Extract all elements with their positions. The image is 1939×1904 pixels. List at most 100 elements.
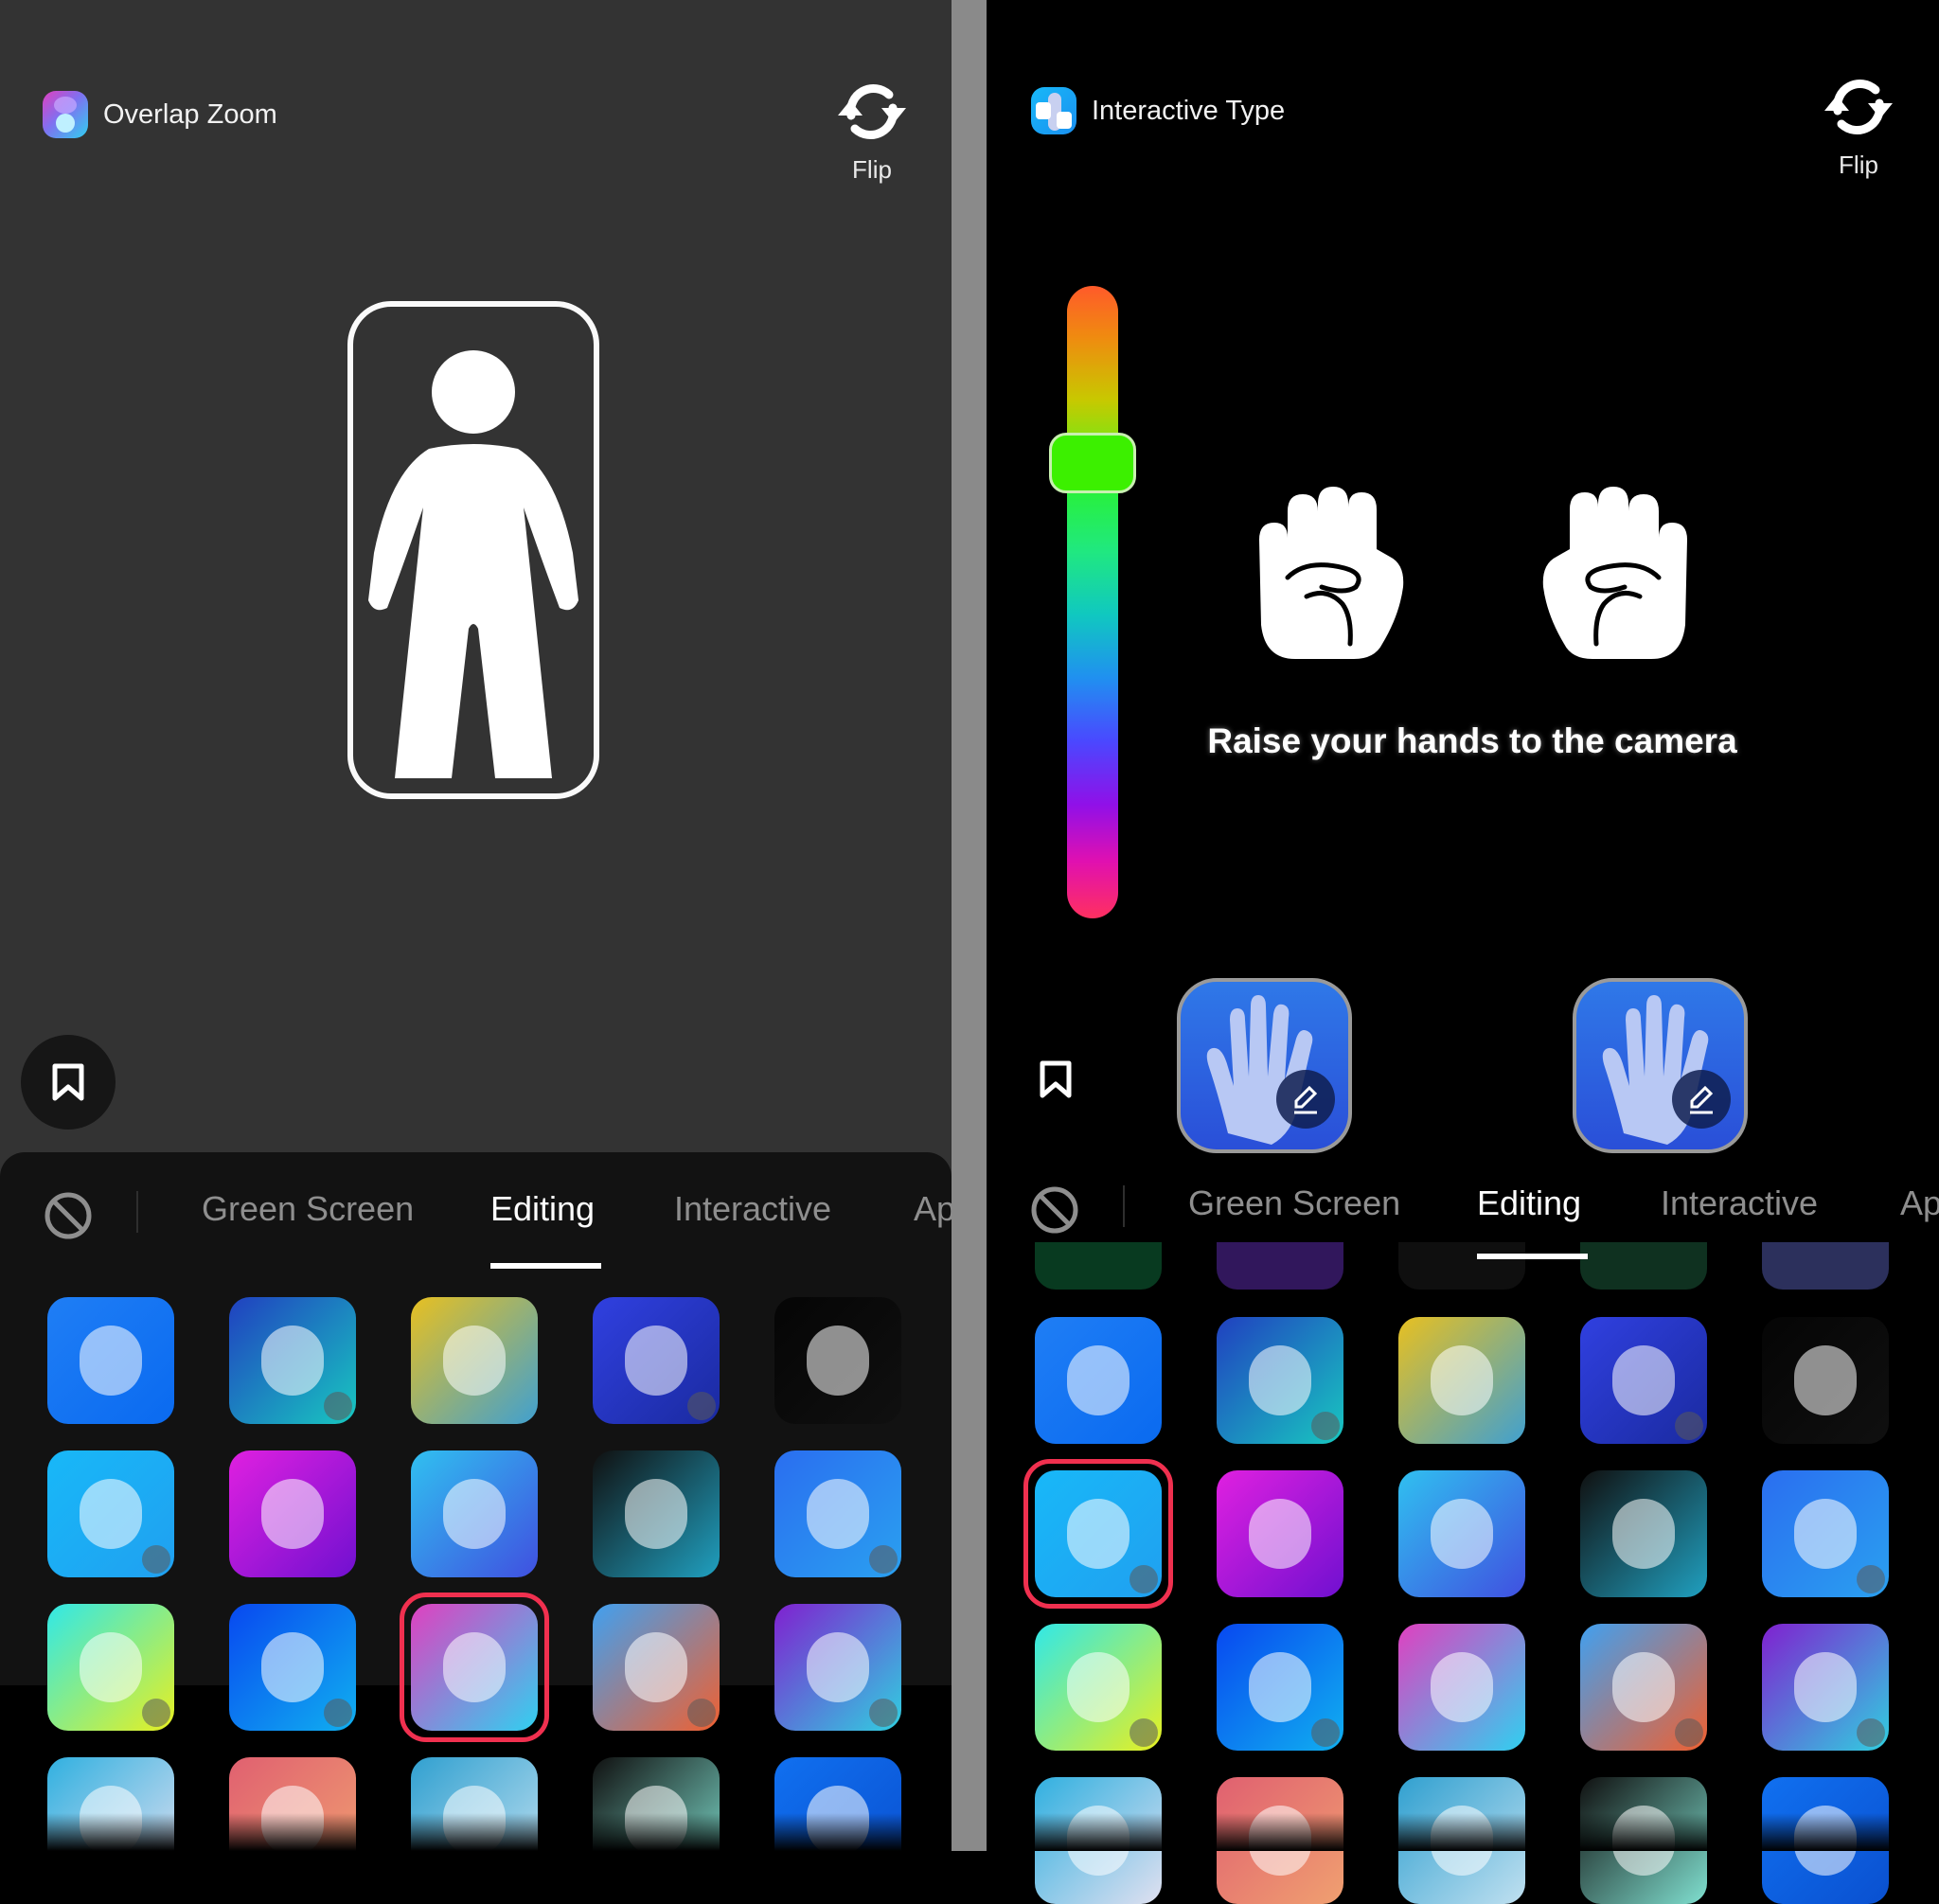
effect-tile-connect-dots-house[interactable]: [47, 1297, 174, 1424]
download-icon: [1675, 1718, 1703, 1747]
effect-tile-face-swap-crack[interactable]: [229, 1450, 356, 1577]
left-hand-text-button[interactable]: [1177, 978, 1352, 1153]
flip-label: Flip: [1839, 151, 1878, 179]
color-slider-handle[interactable]: [1049, 433, 1136, 494]
active-tab-underline: [490, 1263, 601, 1269]
selected-effect-ring: [1023, 1459, 1173, 1609]
tab-green-screen[interactable]: Green Screen: [202, 1189, 414, 1229]
download-icon: [1130, 1718, 1158, 1747]
camera-hint-text: Raise your hands to the camera: [1207, 721, 1737, 760]
tab-interactive[interactable]: Interactive: [674, 1189, 831, 1229]
interactive-type-icon: [1031, 87, 1076, 134]
effect-name: Interactive Type: [1092, 95, 1286, 126]
download-icon: [687, 1699, 716, 1727]
hand-icon: [1602, 995, 1709, 1145]
effect-tile-rotate-orb[interactable]: [1398, 1470, 1525, 1597]
effect-thumbnail-icon: [625, 1479, 687, 1549]
effect-tile-overlap-zoom[interactable]: [1398, 1624, 1525, 1751]
effect-name: Overlap Zoom: [103, 98, 277, 130]
color-slider-track[interactable]: [1067, 286, 1118, 918]
effect-title[interactable]: Overlap Zoom: [43, 91, 277, 138]
effect-thumbnail-icon: [807, 1326, 869, 1396]
effect-tile-split-wave-person[interactable]: [774, 1604, 901, 1731]
bookmark-icon: [1040, 1060, 1072, 1098]
effect-tile-scan-lines-face[interactable]: [593, 1297, 720, 1424]
effect-thumbnail-icon: [1431, 1652, 1493, 1722]
effect-thumbnail-icon: [1249, 1652, 1311, 1722]
effect-tile-blob-face-touch[interactable]: [229, 1297, 356, 1424]
effect-tile-rotate-orb[interactable]: [411, 1450, 538, 1577]
download-icon: [1857, 1718, 1885, 1747]
tab-partial[interactable]: Ap: [1900, 1183, 1939, 1223]
effect-tile-face-swap-crack[interactable]: [1217, 1470, 1343, 1597]
download-icon: [1311, 1718, 1340, 1747]
left-fist-icon: [1259, 487, 1404, 659]
effect-thumbnail-icon: [1249, 1499, 1311, 1569]
effect-thumbnail-icon: [1431, 1345, 1493, 1415]
flip-button[interactable]: Flip: [829, 78, 915, 185]
effect-category-tabs: Green Screen Editing Interactive Ap: [987, 1166, 1939, 1259]
tab-interactive[interactable]: Interactive: [1661, 1183, 1818, 1223]
tab-editing[interactable]: Editing: [1477, 1183, 1581, 1223]
flip-label: Flip: [852, 155, 892, 184]
tab-editing[interactable]: Editing: [490, 1189, 595, 1229]
download-icon: [869, 1699, 898, 1727]
effect-title[interactable]: Interactive Type: [1031, 87, 1285, 134]
effect-tile-zoom-face-scan[interactable]: [774, 1450, 901, 1577]
grid-bottom-fade: [987, 1813, 1939, 1851]
hand-icon: [1206, 995, 1313, 1145]
flip-camera-icon: [1824, 80, 1893, 134]
effect-tile-question-tiles-swipe[interactable]: [1217, 1624, 1343, 1751]
effect-tile-photo-collage-clones[interactable]: [1398, 1317, 1525, 1444]
effect-thumbnail-icon: [807, 1632, 869, 1702]
effect-tile-question-tiles-swipe[interactable]: [229, 1604, 356, 1731]
download-icon: [687, 1392, 716, 1420]
effect-tile-scan-lines-face[interactable]: [1580, 1317, 1707, 1444]
download-icon: [324, 1392, 352, 1420]
flip-camera-icon: [838, 84, 906, 139]
download-icon: [1675, 1412, 1703, 1440]
tab-separator: [1123, 1185, 1125, 1227]
effect-tile-peel-paper-touch[interactable]: [593, 1604, 720, 1731]
tab-green-screen[interactable]: Green Screen: [1188, 1183, 1400, 1223]
bookmark-button[interactable]: [21, 1035, 116, 1130]
right-hand-text-button[interactable]: [1573, 978, 1748, 1153]
effect-tile-zoom-face-scan[interactable]: [1762, 1470, 1889, 1597]
effect-tile-interactive-type[interactable]: [47, 1450, 174, 1577]
effect-tile-blob-face-touch[interactable]: [1217, 1317, 1343, 1444]
effect-thumbnail-icon: [1794, 1499, 1857, 1569]
flip-button[interactable]: Flip: [1816, 73, 1901, 180]
effect-tile-lens-50mm[interactable]: [593, 1450, 720, 1577]
download-icon: [869, 1545, 898, 1574]
effect-thumbnail-icon: [1612, 1652, 1675, 1722]
effect-thumbnail-icon: [1067, 1652, 1130, 1722]
tab-partial[interactable]: Ap: [914, 1189, 952, 1229]
effect-tile-photo-collage-clones[interactable]: [411, 1297, 538, 1424]
effect-thumbnail-icon: [443, 1479, 506, 1549]
active-tab-underline: [1477, 1254, 1588, 1259]
effect-thumbnail-icon: [261, 1632, 324, 1702]
effect-tile-text-expand[interactable]: [1762, 1317, 1889, 1444]
effect-tile-timer-text-toggle[interactable]: [1035, 1624, 1162, 1751]
edit-pencil-icon: [1672, 1070, 1731, 1129]
no-effect-icon[interactable]: [1030, 1185, 1079, 1235]
no-effect-icon[interactable]: [44, 1191, 93, 1240]
effect-tile-timer-text-toggle[interactable]: [47, 1604, 174, 1731]
effect-tile-connect-dots-house[interactable]: [1035, 1317, 1162, 1444]
person-silhouette-frame-icon: [347, 301, 599, 799]
download-icon: [1857, 1565, 1885, 1593]
effect-tile-peel-paper-touch[interactable]: [1580, 1624, 1707, 1751]
effect-tile-lens-50mm[interactable]: [1580, 1470, 1707, 1597]
edit-pencil-icon: [1276, 1070, 1335, 1129]
effect-thumbnail-icon: [261, 1326, 324, 1396]
download-icon: [142, 1699, 170, 1727]
bookmark-button[interactable]: [1008, 1032, 1103, 1127]
effect-tile-split-wave-person[interactable]: [1762, 1624, 1889, 1751]
right-fist-icon: [1542, 487, 1687, 659]
effect-tile-text-expand[interactable]: [774, 1297, 901, 1424]
download-icon: [1311, 1412, 1340, 1440]
effect-thumbnail-icon: [1794, 1652, 1857, 1722]
download-icon: [142, 1545, 170, 1574]
overlap-zoom-icon: [43, 91, 88, 138]
effect-thumbnail-icon: [80, 1479, 142, 1549]
